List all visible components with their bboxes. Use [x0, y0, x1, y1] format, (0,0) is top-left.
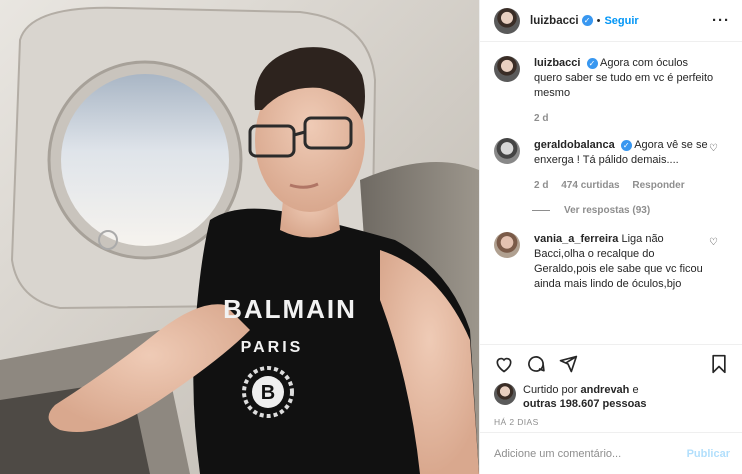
- verified-icon: ✓: [586, 57, 598, 69]
- post-photo-illustration: BALMAIN PARIS B: [0, 0, 479, 474]
- shirt-text-paris: PARIS: [241, 339, 304, 356]
- post-photo[interactable]: BALMAIN PARIS B: [0, 0, 479, 474]
- share-icon[interactable]: [558, 354, 578, 374]
- view-replies-button[interactable]: Ver respostas (93): [532, 205, 730, 216]
- verified-icon: ✓: [581, 15, 593, 26]
- publish-button[interactable]: Publicar: [687, 448, 730, 460]
- liker-username[interactable]: andrevah: [580, 384, 629, 396]
- shirt-logo: B: [261, 382, 275, 404]
- comment-item: vania_a_ferreira Liga não Bacci,olha o r…: [494, 232, 730, 292]
- comment-username[interactable]: luizbacci: [534, 57, 580, 69]
- liked-by: Curtido por andrevah e outras 198.607 pe…: [494, 383, 728, 411]
- author-username[interactable]: luizbacci: [530, 15, 579, 27]
- liked-by-prefix: Curtido por: [523, 384, 578, 396]
- post-sidebar: luizbacci ✓ • Seguir ··· luizbacci ✓ Ago…: [479, 0, 742, 474]
- reply-button[interactable]: Responder: [632, 180, 684, 191]
- comment-avatar[interactable]: [494, 138, 520, 164]
- likes-count[interactable]: outras 198.607 pessoas: [523, 398, 647, 410]
- follow-button[interactable]: Seguir: [604, 15, 638, 27]
- like-icon[interactable]: [494, 354, 514, 374]
- comment-avatar[interactable]: [494, 56, 520, 82]
- separator-dot: •: [596, 14, 601, 27]
- post-timestamp[interactable]: HÁ 2 DIAS: [494, 417, 728, 427]
- comment-time[interactable]: 2 d: [534, 180, 548, 191]
- shirt-text-balmain: BALMAIN: [223, 294, 357, 324]
- liked-by-connector: e: [632, 384, 639, 396]
- comment-time[interactable]: 2 d: [534, 113, 548, 124]
- comment-input[interactable]: [494, 447, 687, 460]
- author-avatar[interactable]: [494, 7, 520, 34]
- instagram-post: BALMAIN PARIS B luizbacci ✓ • Seguir ···…: [0, 0, 742, 474]
- verified-icon: ✓: [620, 139, 632, 151]
- comment-avatar[interactable]: [494, 232, 520, 258]
- liker-avatar[interactable]: [494, 383, 516, 405]
- caption: luizbacci ✓ Agora com óculos quero saber…: [494, 56, 730, 126]
- heart-icon[interactable]: ♡: [709, 237, 718, 248]
- comment-item: geraldobalanca ✓ Agora vê se se enxerga …: [494, 138, 730, 193]
- comment-username[interactable]: geraldobalanca: [534, 139, 615, 151]
- heart-icon[interactable]: ♡: [709, 143, 718, 154]
- more-options-icon[interactable]: ···: [712, 12, 730, 29]
- replies-divider: [532, 210, 550, 211]
- comment-likes[interactable]: 474 curtidas: [561, 180, 619, 191]
- save-icon[interactable]: [710, 354, 728, 374]
- view-replies-label: Ver respostas (93): [564, 205, 651, 216]
- post-actions: Curtido por andrevah e outras 198.607 pe…: [480, 344, 742, 432]
- comment-username[interactable]: vania_a_ferreira: [534, 233, 618, 245]
- add-comment-bar: Publicar: [480, 432, 742, 474]
- post-header: luizbacci ✓ • Seguir ···: [480, 0, 742, 42]
- comments-list: luizbacci ✓ Agora com óculos quero saber…: [480, 42, 742, 344]
- comment-icon[interactable]: [526, 354, 546, 374]
